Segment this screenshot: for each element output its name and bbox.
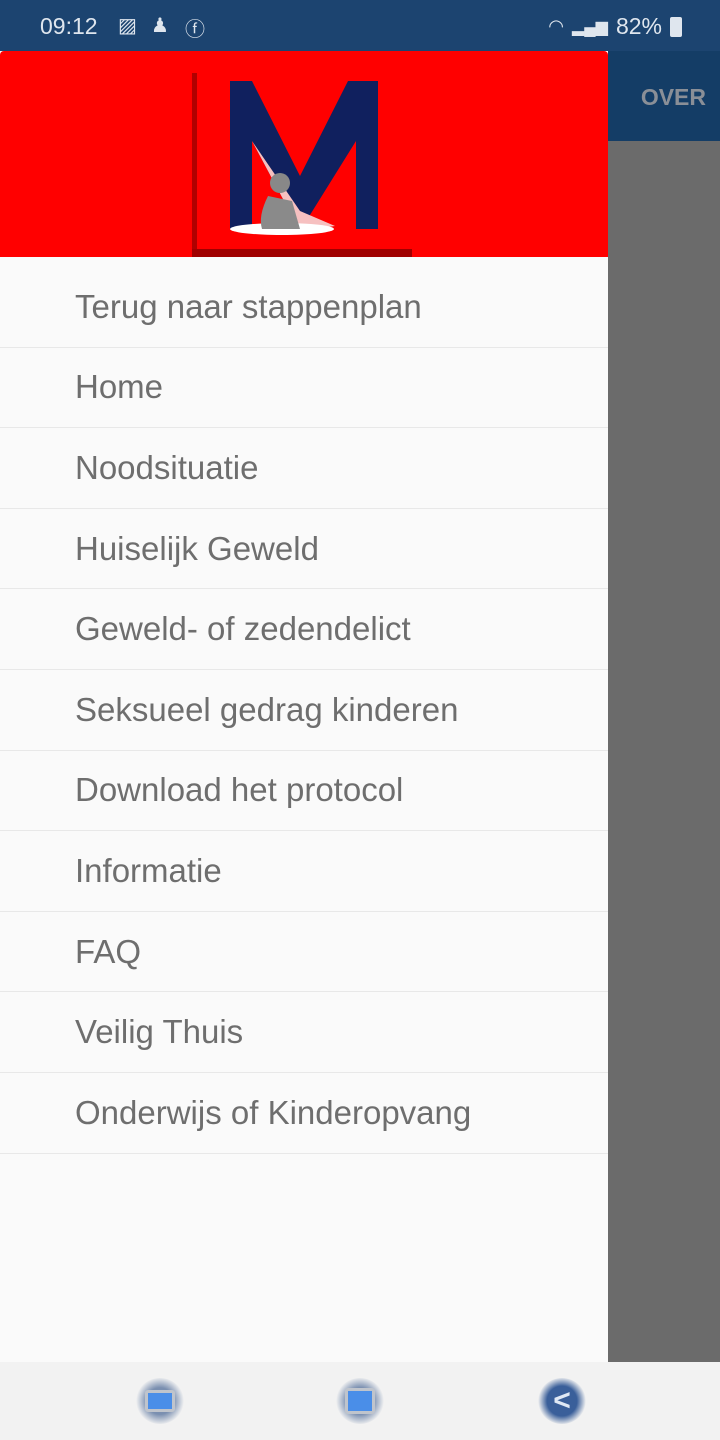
menu-item-faq[interactable]: FAQ (0, 912, 608, 993)
wifi-icon: ◠ (548, 16, 564, 36)
back-icon: < (553, 1384, 571, 1417)
system-nav-bar: < (0, 1362, 720, 1440)
battery-icon (670, 16, 682, 37)
menu-item-zedendelict[interactable]: Geweld- of zedendelict (0, 589, 608, 670)
over-button[interactable]: OVER (641, 84, 706, 111)
drawer-menu: Terug naar stappenplan Home Noodsituatie… (0, 257, 608, 1154)
recents-icon (145, 1390, 175, 1412)
navigation-drawer: Terug naar stappenplan Home Noodsituatie… (0, 51, 608, 1362)
menu-item-download[interactable]: Download het protocol (0, 751, 608, 832)
menu-item-home[interactable]: Home (0, 348, 608, 429)
back-button[interactable]: < (538, 1378, 586, 1424)
image-icon: ▨ (118, 15, 137, 37)
app-toolbar: OVER (608, 51, 720, 141)
menu-item-seksueel-gedrag[interactable]: Seksueel gedrag kinderen (0, 670, 608, 751)
menu-item-veilig-thuis[interactable]: Veilig Thuis (0, 992, 608, 1073)
drawer-scrim[interactable] (608, 141, 720, 1362)
battery-level: 82% (615, 13, 662, 39)
menu-item-label: Download het protocol (75, 771, 404, 809)
drawer-header (0, 51, 608, 257)
signal-icon: ▂▄▆ (572, 18, 608, 36)
menu-item-label: FAQ (75, 932, 142, 970)
menu-item-noodsituatie[interactable]: Noodsituatie (0, 428, 608, 509)
snapchat-icon: ♟ (151, 15, 169, 37)
menu-item-label: Onderwijs of Kinderopvang (75, 1093, 472, 1131)
status-bar: 09:12 ▨ ♟ ⓕ ◠ ▂▄▆ 82% (0, 0, 720, 51)
menu-item-label: Veilig Thuis (75, 1013, 244, 1051)
menu-item-label: Seksueel gedrag kinderen (75, 690, 459, 728)
menu-item-label: Terug naar stappenplan (75, 287, 422, 325)
menu-item-informatie[interactable]: Informatie (0, 831, 608, 912)
home-icon (345, 1388, 375, 1414)
menu-item-huiselijk-geweld[interactable]: Huiselijk Geweld (0, 509, 608, 590)
menu-item-onderwijs[interactable]: Onderwijs of Kinderopvang (0, 1073, 608, 1154)
menu-item-label: Geweld- of zedendelict (75, 610, 411, 648)
menu-item-label: Home (75, 368, 164, 406)
home-button[interactable] (336, 1378, 384, 1424)
recents-button[interactable] (136, 1378, 184, 1424)
menu-item-label: Huiselijk Geweld (75, 529, 319, 567)
menu-item-label: Informatie (75, 851, 222, 889)
facebook-icon: ⓕ (185, 19, 205, 41)
menu-item-label: Noodsituatie (75, 448, 259, 486)
clock: 09:12 (40, 13, 98, 39)
app-logo (192, 73, 412, 257)
menu-item-terug[interactable]: Terug naar stappenplan (0, 267, 608, 348)
